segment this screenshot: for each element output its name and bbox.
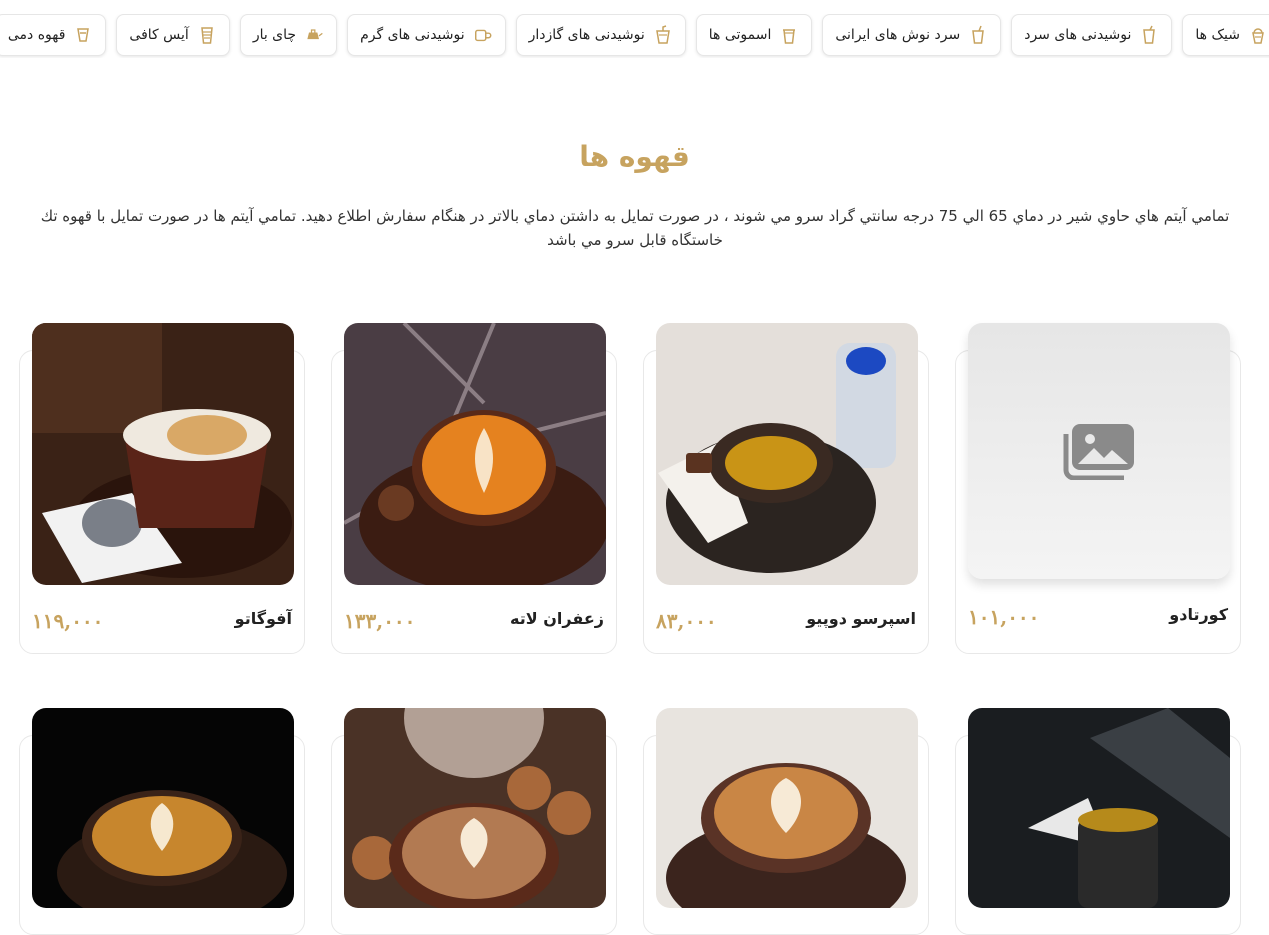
- section-title: قهوه ها: [579, 140, 690, 173]
- category-label: چای بار: [252, 27, 297, 43]
- product-price: ۱۱۹,۰۰۰: [32, 609, 104, 633]
- section-description: تمامي آيتم هاي حاوي شير در دماي 65 الي 7…: [40, 207, 1230, 249]
- straw-cup-icon: [972, 25, 985, 44]
- mug-icon: [474, 29, 492, 42]
- category-chip-iced-coffee[interactable]: آیس کافی: [116, 14, 230, 56]
- product-name: آفوگاتو: [234, 609, 292, 628]
- latte-art-photo: [344, 323, 606, 585]
- product-price: ۱۰۱,۰۰۰: [968, 605, 1040, 629]
- cappuccino-photo: [656, 708, 918, 908]
- category-label: سرد نوش های ایرانی: [835, 27, 961, 43]
- iced-coffee-icon: [200, 27, 213, 44]
- product-card[interactable]: [19, 708, 305, 935]
- category-label: قهوه دمی: [7, 27, 66, 43]
- category-chip-tea-bar[interactable]: چای بار: [239, 14, 338, 56]
- category-chip-iranian-cold[interactable]: سرد نوش های ایرانی: [822, 14, 1002, 56]
- category-track: قهوه دمی آیس کافی چای بار نوشیدنی های گر…: [0, 14, 1269, 56]
- category-strip: قهوه دمی آیس کافی چای بار نوشیدنی های گر…: [0, 14, 1269, 58]
- product-price: ۸۳,۰۰۰: [656, 609, 717, 633]
- gallery-icon: [1063, 424, 1134, 480]
- shake-icon: [1252, 28, 1264, 44]
- category-chip-smoothies[interactable]: اسموتی ها: [695, 14, 813, 56]
- category-chip-cold-drinks[interactable]: نوشیدنی های سرد: [1011, 14, 1173, 56]
- product-card[interactable]: [955, 708, 1241, 935]
- category-label: نوشیدنی های گرم: [360, 27, 465, 43]
- soda-cup-icon: [655, 25, 670, 44]
- category-label: شیک ها: [1195, 27, 1240, 43]
- teapot-icon: [307, 29, 323, 40]
- product-card[interactable]: [331, 708, 617, 935]
- product-card[interactable]: [643, 708, 929, 935]
- espresso-photo: [656, 323, 918, 585]
- cold-cup-icon: [1143, 25, 1156, 44]
- product-name: زعفران لاته: [510, 609, 604, 628]
- category-label: اسموتی ها: [708, 27, 772, 43]
- category-chip-hot-drinks[interactable]: نوشیدنی های گرم: [347, 14, 506, 56]
- product-card[interactable]: زعفران لاته ۱۳۳,۰۰۰: [331, 323, 617, 654]
- latte-dark-photo: [968, 708, 1230, 908]
- drip-coffee-icon: [77, 28, 90, 42]
- category-label: نوشیدنی های گازدار: [528, 27, 645, 43]
- category-chip-shakes[interactable]: شیک ها: [1182, 14, 1269, 56]
- category-label: نوشیدنی های سرد: [1024, 27, 1132, 43]
- product-card[interactable]: اسپرسو دوپیو ۸۳,۰۰۰: [643, 323, 929, 654]
- product-card[interactable]: آفوگاتو ۱۱۹,۰۰۰: [19, 323, 305, 654]
- category-label: آیس کافی: [129, 27, 189, 43]
- product-price: ۱۳۳,۰۰۰: [344, 609, 416, 633]
- smoothie-icon: [783, 29, 796, 44]
- image-placeholder: [968, 323, 1230, 579]
- product-name: اسپرسو دوپیو: [806, 609, 916, 628]
- affogato-photo: [32, 323, 294, 585]
- product-card[interactable]: کورتادو ۱۰۱,۰۰۰: [955, 323, 1241, 654]
- black-coffee-photo: [32, 708, 294, 908]
- product-name: کورتادو: [1169, 605, 1228, 624]
- category-chip-brewed-coffee[interactable]: قهوه دمی: [0, 14, 107, 56]
- category-chip-carbonated[interactable]: نوشیدنی های گازدار: [515, 14, 686, 56]
- latte-cookies-photo: [344, 708, 606, 908]
